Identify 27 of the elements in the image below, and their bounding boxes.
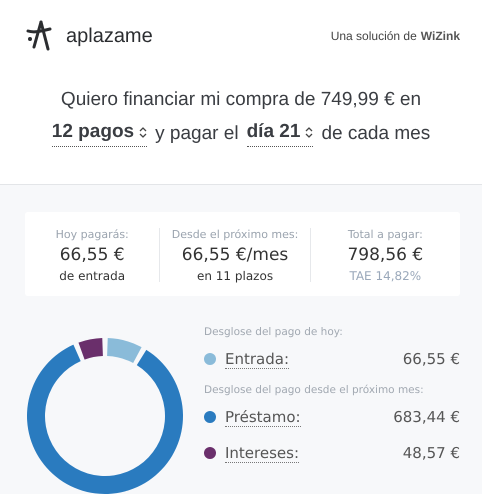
summary-note: en 11 plazos [196,269,274,283]
chevron-icon [305,126,314,138]
summary-label: Total a pagar: [348,228,423,241]
legend-label: Intereses: [225,444,300,462]
summary-amount: 798,56 € [347,245,424,265]
intro-text: y pagar el [155,123,239,145]
breakdown-heading: Desglose del pago desde el próximo mes: [204,383,425,398]
tagline: Una solución de [330,29,417,43]
summary-amount: 66,55 €/mes [182,245,288,265]
partner-name: WiZink [420,29,460,43]
intro-text: de cada mes [321,123,430,145]
chevron-icon [139,126,148,138]
summary-amount: 66,55 € [60,245,125,265]
legend-label: Entrada: [225,350,289,368]
intro-text: Quiero financiar mi compra de 749,99 € en [60,89,422,111]
summary-note: de entrada [59,269,126,283]
breakdown-heading: Desglose del pago de hoy: [204,325,344,340]
legend-label: Préstamo: [225,408,301,426]
legend-amount: 683,44 € [393,408,460,426]
brand-name: aplazame [66,24,153,48]
legend-amount: 66,55 € [402,350,460,368]
summary-label: Hoy pagarás: [56,228,129,241]
legend-amount: 48,57 € [402,444,460,462]
day-select[interactable]: día 21 [246,121,314,147]
installments-select[interactable]: 12 pagos [52,121,148,147]
summary-label: Desde el próximo mes: [172,228,298,241]
summary-note: TAE 14,82% [349,269,422,283]
